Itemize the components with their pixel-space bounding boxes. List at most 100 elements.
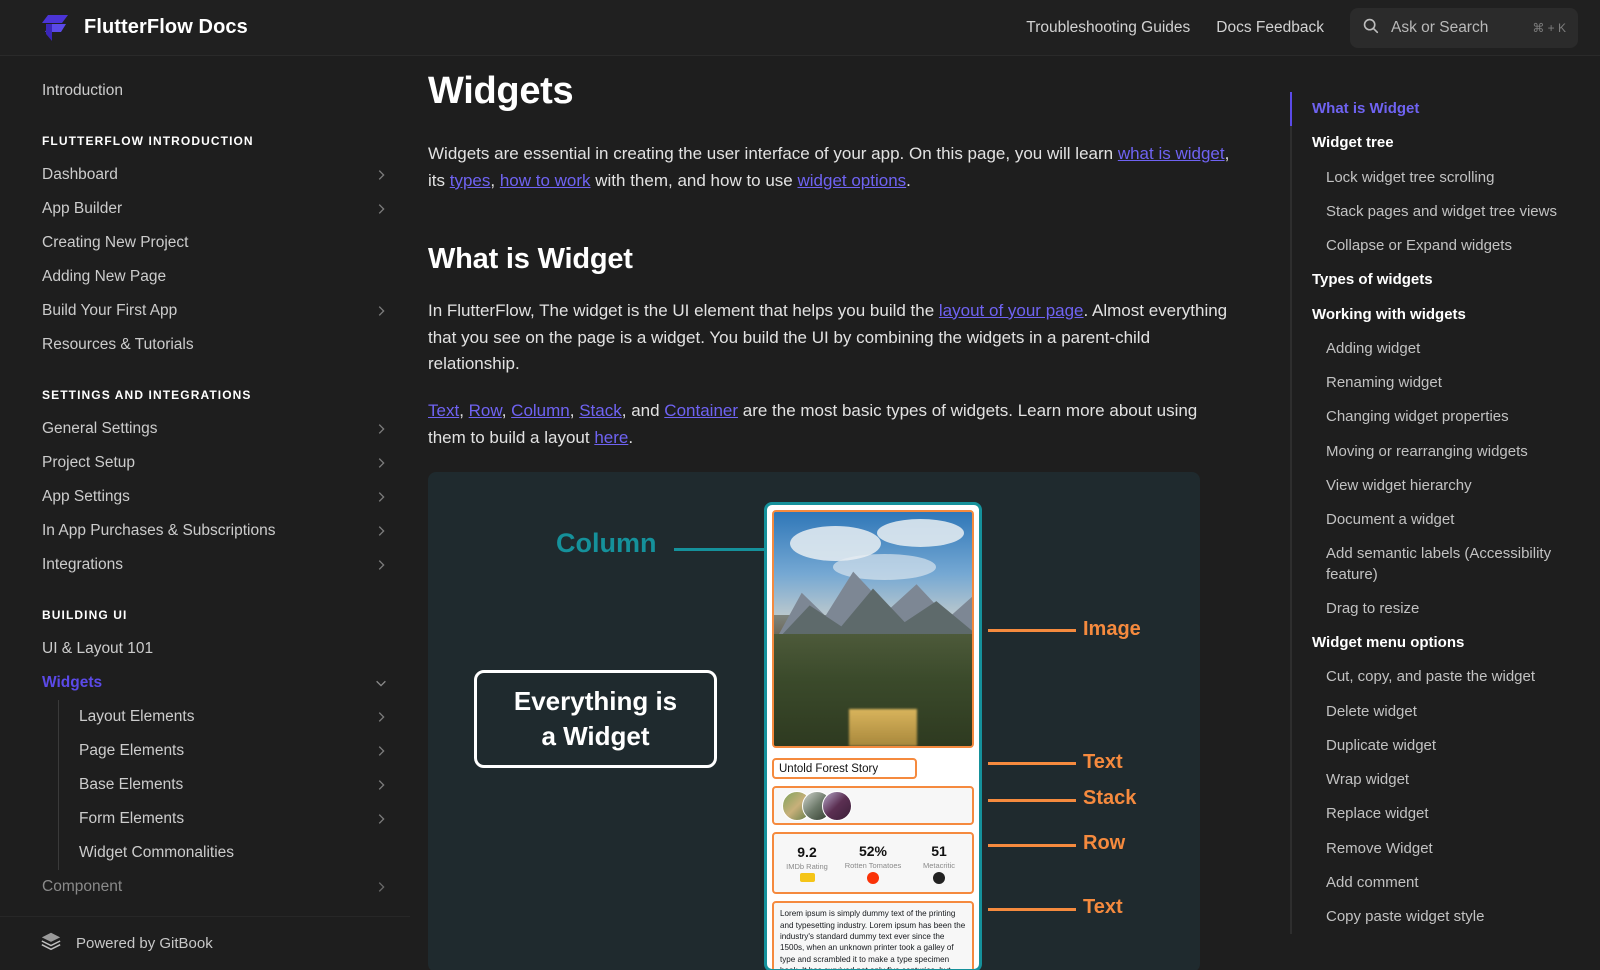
sidebar-item-general-settings[interactable]: General Settings: [42, 412, 388, 446]
toc-item-label: Widget menu options: [1312, 634, 1465, 651]
sidebar-item-label: Introduction: [42, 82, 123, 99]
sidebar-item-introduction[interactable]: Introduction: [42, 74, 388, 108]
toc-item[interactable]: Widget tree: [1290, 126, 1580, 161]
link-how-to-work[interactable]: how to work: [500, 171, 591, 190]
trail-layer: [849, 708, 917, 747]
annotation-text-title: Text: [1083, 751, 1123, 774]
toc-item[interactable]: Remove Widget: [1290, 831, 1580, 866]
chevron-right-icon[interactable]: [374, 304, 388, 318]
chevron-right-icon[interactable]: [374, 422, 388, 436]
link-layout-of-your-page[interactable]: layout of your page: [939, 301, 1084, 320]
toc-item[interactable]: Document a widget: [1290, 503, 1580, 538]
toc-item[interactable]: Cut, copy, and paste the widget: [1290, 660, 1580, 695]
rotten-tomatoes-icon: [867, 871, 879, 884]
chevron-right-icon[interactable]: [374, 744, 388, 758]
rating-value: 51: [931, 842, 947, 859]
sidebar-item-in-app-purchases-subscriptions[interactable]: In App Purchases & Subscriptions: [42, 514, 388, 548]
toc-item[interactable]: Renaming widget: [1290, 366, 1580, 401]
leader-line-image: [988, 629, 1076, 632]
toc-item[interactable]: Lock widget tree scrolling: [1290, 160, 1580, 195]
toc-item[interactable]: Wrap widget: [1290, 763, 1580, 798]
chevron-right-icon[interactable]: [374, 880, 388, 894]
toc-item-label: Copy paste widget style: [1326, 908, 1485, 925]
sidebar-item-build-your-first-app[interactable]: Build Your First App: [42, 294, 388, 328]
nav-docs-feedback[interactable]: Docs Feedback: [1216, 19, 1324, 37]
paragraph-1: In FlutterFlow, The widget is the UI ele…: [428, 298, 1230, 379]
sidebar-item-creating-new-project[interactable]: Creating New Project: [42, 226, 388, 260]
sidebar-item-integrations[interactable]: Integrations: [42, 548, 388, 582]
toc-item[interactable]: Types of widgets: [1290, 263, 1580, 298]
chevron-down-icon[interactable]: [374, 676, 388, 690]
toc-item[interactable]: Delete widget: [1290, 694, 1580, 729]
toc-item[interactable]: Stack pages and widget tree views: [1290, 194, 1580, 229]
brand[interactable]: FlutterFlow Docs: [40, 12, 248, 44]
chevron-right-icon[interactable]: [374, 202, 388, 216]
search-input[interactable]: Ask or Search ⌘ + K: [1350, 7, 1578, 48]
rating-cell: 9.2 IMDb Rating: [774, 834, 840, 892]
sidebar-item-app-builder[interactable]: App Builder: [42, 192, 388, 226]
toc-item[interactable]: Drag to resize: [1290, 591, 1580, 626]
sidebar-item-app-settings[interactable]: App Settings: [42, 480, 388, 514]
toc-item-label: Renaming widget: [1326, 374, 1442, 391]
p1-text-1: In FlutterFlow, The widget is the UI ele…: [428, 300, 939, 320]
link-text[interactable]: Text: [428, 401, 459, 420]
phone-mockup-column: Untold Forest Story 9.2 IMDb Rating 52% …: [764, 502, 982, 970]
p2-sep-4: , and: [621, 401, 665, 421]
toc-item[interactable]: Moving or rearranging widgets: [1290, 434, 1580, 469]
toc-item[interactable]: Widget menu options: [1290, 626, 1580, 661]
chevron-right-icon[interactable]: [374, 812, 388, 826]
callout-everything-is-a-widget: Everything is a Widget: [474, 670, 717, 769]
sidebar-item-page-elements[interactable]: Page Elements: [79, 734, 388, 768]
sidebar-item-label: Widget Commonalities: [79, 844, 235, 861]
toc-item[interactable]: View widget hierarchy: [1290, 468, 1580, 503]
chevron-right-icon[interactable]: [374, 168, 388, 182]
chevron-right-icon[interactable]: [374, 558, 388, 572]
metacritic-icon: [933, 871, 945, 884]
toc-item[interactable]: Changing widget properties: [1290, 400, 1580, 435]
chevron-right-icon[interactable]: [374, 778, 388, 792]
toc-item[interactable]: Collapse or Expand widgets: [1290, 229, 1580, 264]
toc-item-label: Lock widget tree scrolling: [1326, 168, 1495, 186]
table-of-contents[interactable]: What is Widget Widget tree Lock widget tre…: [1290, 56, 1600, 970]
sidebar-item-label: App Builder: [42, 200, 123, 217]
sidebar-item-adding-new-page[interactable]: Adding New Page: [42, 260, 388, 294]
chevron-right-icon[interactable]: [374, 456, 388, 470]
phone-title-text: Untold Forest Story: [772, 758, 917, 780]
toc-item[interactable]: Add semantic labels (Accessibility featu…: [1290, 537, 1580, 592]
link-row[interactable]: Row: [469, 401, 502, 420]
sidebar-item-base-elements[interactable]: Base Elements: [79, 768, 388, 802]
toc-item[interactable]: Working with widgets: [1290, 297, 1580, 332]
link-container[interactable]: Container: [664, 401, 738, 420]
nav-troubleshooting-guides[interactable]: Troubleshooting Guides: [1026, 19, 1190, 37]
toc-item[interactable]: Replace widget: [1290, 797, 1580, 832]
link-column[interactable]: Column: [511, 401, 570, 420]
sidebar-item-widgets[interactable]: Widgets: [42, 666, 388, 700]
link-widget-options[interactable]: widget options: [797, 171, 906, 190]
sidebar-nav[interactable]: Introduction FLUTTERFLOW INTRODUCTION Da…: [0, 56, 410, 970]
sidebar-item-dashboard[interactable]: Dashboard: [42, 158, 388, 192]
sidebar-item-project-setup[interactable]: Project Setup: [42, 446, 388, 480]
link-types[interactable]: types: [450, 171, 491, 190]
toc-item[interactable]: Add comment: [1290, 865, 1580, 900]
chevron-right-icon[interactable]: [374, 710, 388, 724]
sidebar-item-form-elements[interactable]: Form Elements: [79, 802, 388, 836]
toc-item[interactable]: Adding widget: [1290, 331, 1580, 366]
sidebar-item-widget-commonalities[interactable]: Widget Commonalities: [79, 836, 388, 870]
link-what-is-widget[interactable]: what is widget: [1118, 144, 1225, 163]
gitbook-label: Powered by GitBook: [76, 935, 213, 952]
toc-item[interactable]: Duplicate widget: [1290, 728, 1580, 763]
powered-by-gitbook[interactable]: Powered by GitBook: [0, 916, 410, 970]
chevron-right-icon[interactable]: [374, 490, 388, 504]
chevron-right-icon[interactable]: [374, 524, 388, 538]
phone-ratings-row: 9.2 IMDb Rating 52% Rotten Tomatoes 51 M…: [772, 832, 974, 895]
sidebar-item-component[interactable]: Component: [42, 870, 388, 904]
toc-item[interactable]: Copy paste widget style: [1290, 900, 1580, 935]
toc-item-label: Cut, copy, and paste the widget: [1326, 668, 1536, 686]
sidebar-item-ui-layout-101[interactable]: UI & Layout 101: [42, 632, 388, 666]
sidebar-item-layout-elements[interactable]: Layout Elements: [79, 700, 388, 734]
link-stack[interactable]: Stack: [579, 401, 622, 420]
sidebar-item-label: General Settings: [42, 420, 158, 437]
toc-item[interactable]: What is Widget: [1290, 92, 1580, 127]
sidebar-item-resources-tutorials[interactable]: Resources & Tutorials: [42, 328, 388, 362]
link-here[interactable]: here: [594, 428, 628, 447]
